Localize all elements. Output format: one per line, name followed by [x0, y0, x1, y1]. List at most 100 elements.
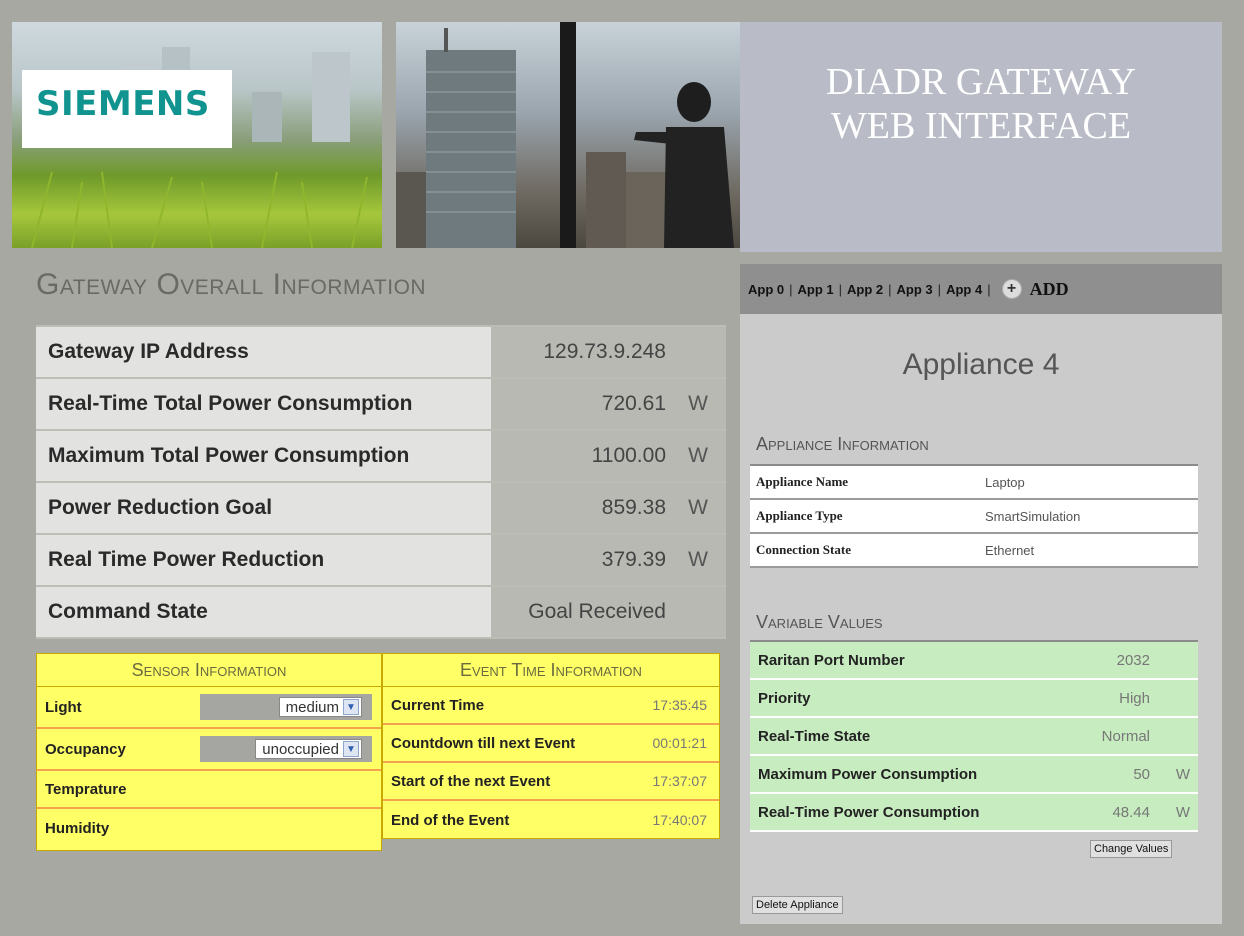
tab-separator: |	[937, 281, 942, 297]
overview-value: 1100.00	[591, 444, 666, 467]
sensor-label: Temprature	[45, 780, 127, 798]
page-frame: SIEMENS DIADR GATEWAY WEB INTERFACE Gate…	[0, 0, 1244, 936]
overview-table: Gateway IP Address 129.73.9.248 Real-Tim…	[36, 325, 726, 639]
overview-unit: W	[688, 392, 708, 415]
variable-label: Real-Time State	[758, 727, 871, 745]
app-title-line2: WEB INTERFACE	[830, 105, 1132, 147]
sensor-panel-title: Sensor Information	[37, 654, 381, 687]
tab-separator: |	[789, 281, 793, 297]
variable-values-title: Variable Values	[756, 612, 883, 632]
tab-separator: |	[987, 281, 991, 297]
sensor-label: Light	[45, 698, 82, 716]
variable-unit: W	[1175, 765, 1190, 783]
overview-label: Gateway IP Address	[36, 327, 491, 377]
appliance-title: Appliance 4	[902, 348, 1060, 381]
change-values-button[interactable]: Change Values	[1090, 840, 1173, 858]
light-select-wrap: medium ▼	[200, 694, 372, 720]
variable-value: Normal	[1101, 727, 1150, 745]
overview-value: 379.39	[601, 548, 666, 571]
info-value: Laptop	[985, 474, 1025, 490]
appliance-panel: Appliance 4 Appliance Information Applia…	[740, 314, 1222, 924]
variable-value: 48.44	[1112, 803, 1150, 821]
tab-app-3[interactable]: App 3	[897, 282, 933, 297]
appliance-tabs: App 0 | App 1 | App 2 | App 3 | App 4 | + ADD	[740, 264, 1222, 314]
variable-value: 2032	[1116, 651, 1150, 669]
appliance-info-title: Appliance Information	[756, 434, 929, 454]
add-appliance-link[interactable]: ADD	[1030, 279, 1069, 300]
light-select[interactable]: medium ▼	[278, 697, 362, 717]
info-value: Ethernet	[985, 542, 1035, 558]
overview-value: 720.61	[601, 392, 666, 415]
header-city-image	[396, 22, 740, 248]
info-row: Connection State Ethernet	[750, 534, 1198, 568]
overview-row: Maximum Total Power Consumption 1100.00 W	[36, 429, 726, 481]
sensor-panel: Sensor Information Light medium ▼ Occupa…	[36, 653, 382, 851]
occupancy-select[interactable]: unoccupied ▼	[255, 739, 362, 759]
event-row: Current Time 17:35:45	[383, 687, 719, 725]
overview-row: Real-Time Total Power Consumption 720.61…	[36, 377, 726, 429]
tab-app-2[interactable]: App 2	[847, 282, 883, 297]
variable-value: 50	[1133, 765, 1150, 783]
info-label: Connection State	[756, 542, 851, 557]
city-businessman-graphic	[396, 22, 734, 248]
info-value: SmartSimulation	[985, 508, 1081, 524]
appliance-info-table: Appliance Name Laptop Appliance Type Sma…	[750, 464, 1198, 568]
info-row: Appliance Name Laptop	[750, 466, 1198, 500]
header-grass-image: SIEMENS	[12, 22, 382, 248]
light-select-value: medium	[285, 698, 339, 716]
event-label: End of the Event	[391, 811, 510, 829]
event-panel: Event Time Information Current Time 17:3…	[382, 653, 720, 839]
event-row: End of the Event 17:40:07	[383, 801, 719, 839]
variable-label: Raritan Port Number	[758, 651, 905, 669]
sensor-row: Occupancy unoccupied ▼	[37, 729, 381, 771]
variable-label: Priority	[758, 689, 811, 707]
variable-row: Real-Time State Normal	[750, 718, 1198, 756]
event-label: Current Time	[391, 696, 485, 714]
sensor-row: Humidity	[37, 809, 381, 847]
event-row: Countdown till next Event 00:01:21	[383, 725, 719, 763]
event-row: Start of the next Event 17:37:07	[383, 763, 719, 801]
overview-label: Power Reduction Goal	[36, 483, 491, 533]
overview-row: Command State Goal Received	[36, 585, 726, 639]
app-title: DIADR GATEWAY WEB INTERFACE	[740, 60, 1222, 148]
variable-row: Priority High	[750, 680, 1198, 718]
siemens-logo-text: SIEMENS	[36, 84, 210, 124]
plus-icon[interactable]: +	[1001, 279, 1022, 299]
sensor-label: Occupancy	[45, 740, 126, 758]
event-panel-title: Event Time Information	[383, 654, 719, 687]
chevron-down-icon[interactable]: ▼	[343, 741, 359, 757]
overview-unit: W	[688, 444, 708, 467]
tab-app-4[interactable]: App 4	[946, 282, 982, 297]
tab-app-0[interactable]: App 0	[748, 282, 784, 297]
event-value: 17:37:07	[652, 773, 708, 789]
overview-title: Gateway Overall Information	[36, 268, 427, 301]
chevron-down-icon[interactable]: ▼	[343, 699, 359, 715]
overview-unit: W	[688, 496, 708, 519]
occupancy-select-wrap: unoccupied ▼	[200, 736, 372, 762]
event-value: 17:35:45	[652, 697, 708, 713]
delete-appliance-button[interactable]: Delete Appliance	[752, 896, 843, 914]
overview-label: Real Time Power Reduction	[36, 535, 491, 585]
variable-row: Real-Time Power Consumption 48.44 W	[750, 794, 1198, 832]
overview-unit: W	[688, 548, 708, 571]
event-label: Countdown till next Event	[391, 734, 576, 752]
overview-row: Gateway IP Address 129.73.9.248	[36, 325, 726, 377]
overview-value: 129.73.9.248	[543, 340, 666, 363]
overview-label: Command State	[36, 587, 491, 637]
event-label: Start of the next Event	[391, 772, 551, 790]
overview-row: Power Reduction Goal 859.38 W	[36, 481, 726, 533]
app-title-line1: DIADR GATEWAY	[826, 61, 1136, 103]
variable-row: Maximum Power Consumption 50 W	[750, 756, 1198, 794]
variable-value: High	[1119, 689, 1150, 707]
overview-value: 859.38	[601, 496, 666, 519]
tab-separator: |	[838, 281, 843, 297]
variable-unit: W	[1175, 803, 1190, 821]
sensor-row: Temprature	[37, 771, 381, 809]
info-label: Appliance Name	[756, 474, 849, 489]
overview-label: Maximum Total Power Consumption	[36, 431, 491, 481]
header-title-panel: DIADR GATEWAY WEB INTERFACE	[740, 22, 1222, 252]
variable-label: Real-Time Power Consumption	[758, 803, 980, 821]
tab-app-1[interactable]: App 1	[798, 282, 834, 297]
occupancy-select-value: unoccupied	[262, 740, 339, 758]
sensor-label: Humidity	[45, 819, 110, 837]
